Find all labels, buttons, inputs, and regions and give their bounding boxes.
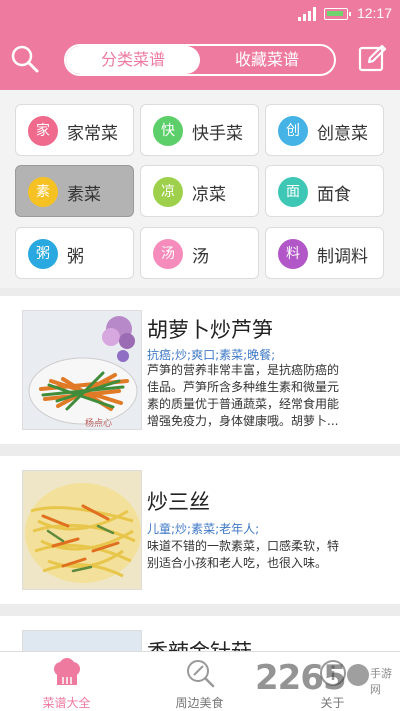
category-label: 汤 bbox=[192, 247, 209, 267]
category-grid: 家 家常菜 快 快手菜 创 创意菜 素 素菜 凉 凉菜 面 面食 粥 粥 汤 汤… bbox=[0, 90, 400, 288]
category-label: 家常菜 bbox=[67, 124, 118, 144]
category-label: 素菜 bbox=[67, 185, 101, 205]
description-line: 素的质量优于普通蔬菜，经常食用能 bbox=[147, 397, 340, 411]
category-label: 凉菜 bbox=[192, 185, 226, 205]
watermark-logo-icon bbox=[347, 664, 369, 686]
battery-icon bbox=[324, 8, 351, 20]
category-porridge[interactable]: 粥 粥 bbox=[15, 227, 134, 279]
recipe-image bbox=[22, 470, 142, 590]
description-line: 别适合小孩和老人吃，也很入味。 bbox=[147, 556, 328, 570]
porridge-icon: 粥 bbox=[28, 239, 58, 269]
recipe-tags: 抗癌;炒;爽口;素菜;晚餐; bbox=[147, 348, 276, 362]
recipe-description: 味道不错的一款素菜，口感柔软，特 别适合小孩和老人吃，也很入味。 bbox=[147, 538, 387, 572]
quick-dishes-icon: 快 bbox=[153, 116, 183, 146]
recipe-image: 杨点心 bbox=[22, 310, 142, 430]
watermark-site: 手游网 bbox=[370, 667, 392, 696]
recipe-title: 胡萝卜炒芦笋 bbox=[147, 318, 273, 342]
category-label: 创意菜 bbox=[317, 124, 368, 144]
noodles-icon: 面 bbox=[278, 177, 308, 207]
nav-label: 周边美食 bbox=[175, 696, 224, 710]
signal-icon bbox=[298, 7, 316, 21]
seasonings-icon: 料 bbox=[278, 239, 308, 269]
recipe-card[interactable]: 炒三丝 儿童;炒;素菜;老年人; 味道不错的一款素菜，口感柔软，特 别适合小孩和… bbox=[0, 456, 400, 604]
creative-dishes-icon: 创 bbox=[278, 116, 308, 146]
image-watermark-text: 杨点心 bbox=[85, 417, 112, 429]
recipe-title: 炒三丝 bbox=[147, 490, 210, 514]
search-icon[interactable] bbox=[10, 44, 40, 74]
home-cooking-icon: 家 bbox=[28, 116, 58, 146]
nav-recipe-collection[interactable]: 菜谱大全 bbox=[0, 652, 133, 711]
category-label: 面食 bbox=[317, 185, 351, 205]
category-home-cooking[interactable]: 家 家常菜 bbox=[15, 104, 134, 156]
vegetarian-icon: 素 bbox=[28, 177, 58, 207]
recipe-card[interactable]: 杨点心 胡萝卜炒芦笋 抗癌;炒;爽口;素菜;晚餐; 芦笋的营养非常丰富，是抗癌防… bbox=[0, 296, 400, 444]
description-line: 佳品。芦笋所含多种维生素和微量元 bbox=[147, 380, 340, 394]
description-line: 芦笋的营养非常丰富，是抗癌防癌的 bbox=[147, 363, 340, 377]
tab-favorite-recipes[interactable]: 收藏菜谱 bbox=[200, 46, 334, 74]
watermark-number: 2265 bbox=[255, 658, 347, 698]
recipe-title: 香辣金针菇 bbox=[147, 636, 252, 651]
category-soup[interactable]: 汤 汤 bbox=[140, 227, 259, 279]
category-noodles[interactable]: 面 面食 bbox=[265, 165, 384, 217]
search-food-icon bbox=[186, 660, 214, 688]
category-quick-dishes[interactable]: 快 快手菜 bbox=[140, 104, 259, 156]
recipe-tab-switch: 分类菜谱 收藏菜谱 bbox=[64, 44, 336, 76]
edit-icon[interactable] bbox=[358, 43, 388, 73]
three-shreds-photo bbox=[23, 471, 141, 589]
site-watermark: 2265 手游网 bbox=[255, 656, 400, 706]
soup-icon: 汤 bbox=[153, 239, 183, 269]
category-vegetarian[interactable]: 素 素菜 bbox=[15, 165, 134, 217]
category-label: 快手菜 bbox=[192, 124, 243, 144]
description-line: 增强免疫力，身体健康哦。胡萝卜... bbox=[147, 414, 339, 428]
chef-hat-icon bbox=[53, 658, 80, 685]
app-header: 分类菜谱 收藏菜谱 bbox=[0, 28, 400, 90]
recipe-feed: 杨点心 胡萝卜炒芦笋 抗癌;炒;爽口;素菜;晚餐; 芦笋的营养非常丰富，是抗癌防… bbox=[0, 296, 400, 651]
recipe-tags: 儿童;炒;素菜;老年人; bbox=[147, 522, 260, 536]
tab-category-recipes[interactable]: 分类菜谱 bbox=[66, 46, 200, 74]
status-time: 12:17 bbox=[356, 5, 392, 21]
recipe-image bbox=[22, 630, 142, 651]
description-line: 味道不错的一款素菜，口感柔软，特 bbox=[147, 539, 340, 553]
category-seasonings[interactable]: 料 制调料 bbox=[265, 227, 384, 279]
nav-nearby-food[interactable]: 周边美食 bbox=[133, 652, 266, 711]
category-label: 制调料 bbox=[317, 247, 368, 267]
category-creative-dishes[interactable]: 创 创意菜 bbox=[265, 104, 384, 156]
recipe-description: 芦笋的营养非常丰富，是抗癌防癌的 佳品。芦笋所含多种维生素和微量元 素的质量优于… bbox=[147, 362, 387, 430]
category-cold-dishes[interactable]: 凉 凉菜 bbox=[140, 165, 259, 217]
nav-label: 菜谱大全 bbox=[42, 696, 91, 710]
status-bar: 12:17 bbox=[0, 0, 400, 28]
category-label: 粥 bbox=[67, 247, 84, 267]
recipe-card[interactable]: 香辣金针菇 bbox=[0, 616, 400, 651]
carrot-asparagus-photo: 杨点心 bbox=[23, 311, 141, 429]
cold-dishes-icon: 凉 bbox=[153, 177, 183, 207]
